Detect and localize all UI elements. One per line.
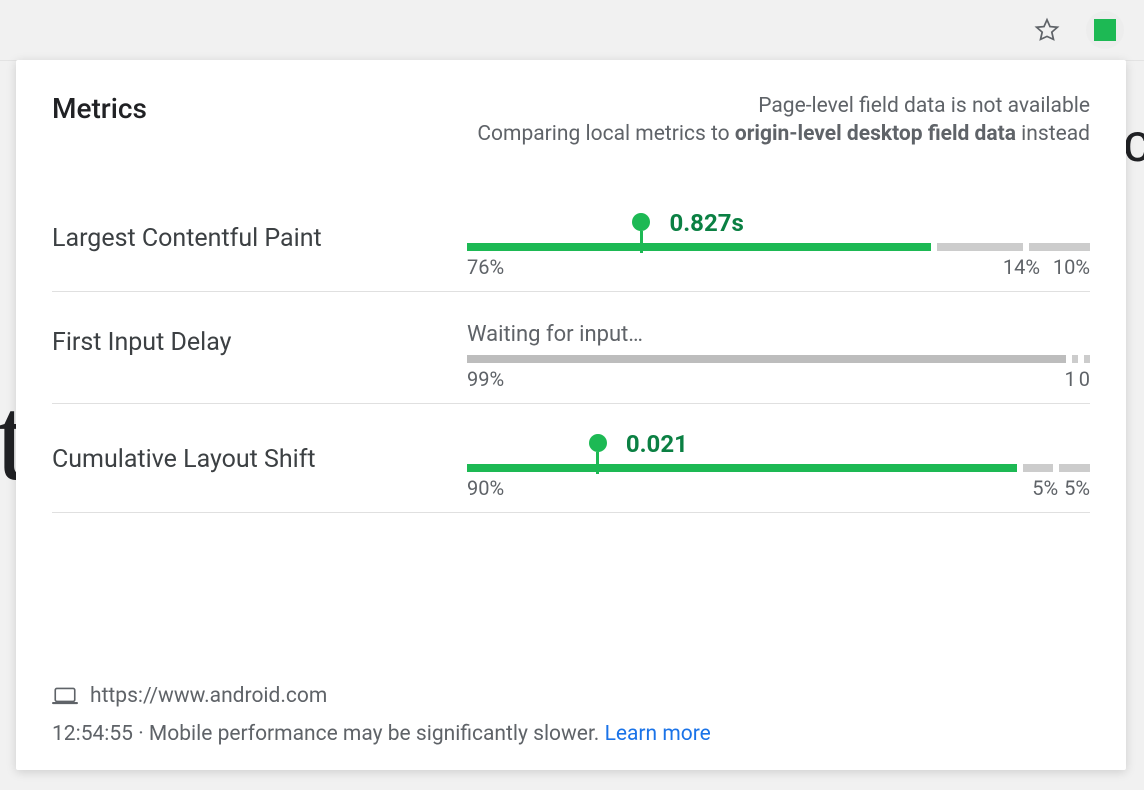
pct-needs-improvement: 5% [1032, 476, 1058, 500]
segment-good [467, 243, 931, 251]
laptop-icon [52, 687, 78, 705]
popup-footer: https://www.android.com 12:54:55 · Mobil… [52, 684, 1090, 746]
metric-value: 0.021 [626, 430, 688, 458]
note-line-2: Comparing local metrics to origin-level … [477, 120, 1090, 148]
pct-poor: 0 [1079, 367, 1090, 391]
pct-poor: 10% [1046, 255, 1090, 279]
marker-stem-icon [640, 231, 643, 253]
pct-good: 99% [467, 367, 504, 391]
marker-stem-icon [596, 452, 599, 474]
bookmark-star-button[interactable] [1030, 13, 1064, 47]
metric-body: 0.827s 76% 14% 10% [467, 213, 1090, 279]
metric-name: Largest Contentful Paint [52, 224, 467, 279]
footer-url-row: https://www.android.com [52, 684, 1090, 708]
browser-toolbar [0, 0, 1144, 61]
metric-value: 0.827s [669, 209, 743, 237]
waiting-label: Waiting for input… [467, 322, 1090, 347]
learn-more-link[interactable]: Learn more [605, 722, 711, 746]
metric-body: Waiting for input… 99% 1 0 [467, 322, 1090, 391]
pct-needs-improvement: 14% [1003, 255, 1040, 279]
popup-header: Metrics Page-level field data is not ava… [52, 92, 1090, 149]
pct-good: 90% [467, 476, 504, 500]
pct-good: 76% [467, 255, 504, 279]
distribution-labels: 76% 14% 10% [467, 255, 1090, 279]
extension-button[interactable] [1086, 11, 1124, 49]
metric-name: Cumulative Layout Shift [52, 445, 467, 500]
distribution-labels: 99% 1 0 [467, 367, 1090, 391]
marker-dot-icon [632, 213, 650, 231]
distribution-bar [467, 464, 1090, 472]
metric-marker [589, 434, 607, 474]
popup-title: Metrics [52, 92, 147, 125]
metric-name: First Input Delay [52, 328, 467, 391]
web-vitals-popup: Metrics Page-level field data is not ava… [16, 60, 1126, 770]
page-url: https://www.android.com [90, 684, 327, 708]
segment-needs-improvement [1023, 464, 1054, 472]
pct-poor: 5% [1064, 476, 1090, 500]
marker-dot-icon [589, 434, 607, 452]
metric-marker [632, 213, 650, 253]
footer-status-row: 12:54:55 · Mobile performance may be sig… [52, 722, 1090, 746]
segment-needs-improvement [1072, 355, 1078, 363]
performance-warning: Mobile performance may be significantly … [149, 722, 605, 746]
background-page-glyph: c [1123, 112, 1144, 174]
metric-cls: Cumulative Layout Shift 0.021 [52, 404, 1090, 513]
star-icon [1034, 17, 1060, 43]
segment-needs-improvement [937, 243, 1023, 251]
segment-good [467, 355, 1066, 363]
distribution-labels: 90% 5% 5% [467, 476, 1090, 500]
segment-poor [1084, 355, 1090, 363]
segment-good [467, 464, 1017, 472]
note-line-1: Page-level field data is not available [477, 92, 1090, 120]
metric-fid: First Input Delay Waiting for input… 99%… [52, 292, 1090, 404]
metric-body: 0.021 90% 5% 5% [467, 434, 1090, 500]
metric-lcp: Largest Contentful Paint 0.827s [52, 183, 1090, 292]
pct-needs-improvement: 1 [1065, 367, 1076, 391]
segment-poor [1029, 243, 1090, 251]
distribution-bar [467, 355, 1090, 363]
timestamp: 12:54:55 [52, 722, 133, 746]
segment-poor [1059, 464, 1090, 472]
field-data-note: Page-level field data is not available C… [477, 92, 1090, 149]
distribution-bar [467, 243, 1090, 251]
extension-status-swatch [1094, 19, 1116, 41]
